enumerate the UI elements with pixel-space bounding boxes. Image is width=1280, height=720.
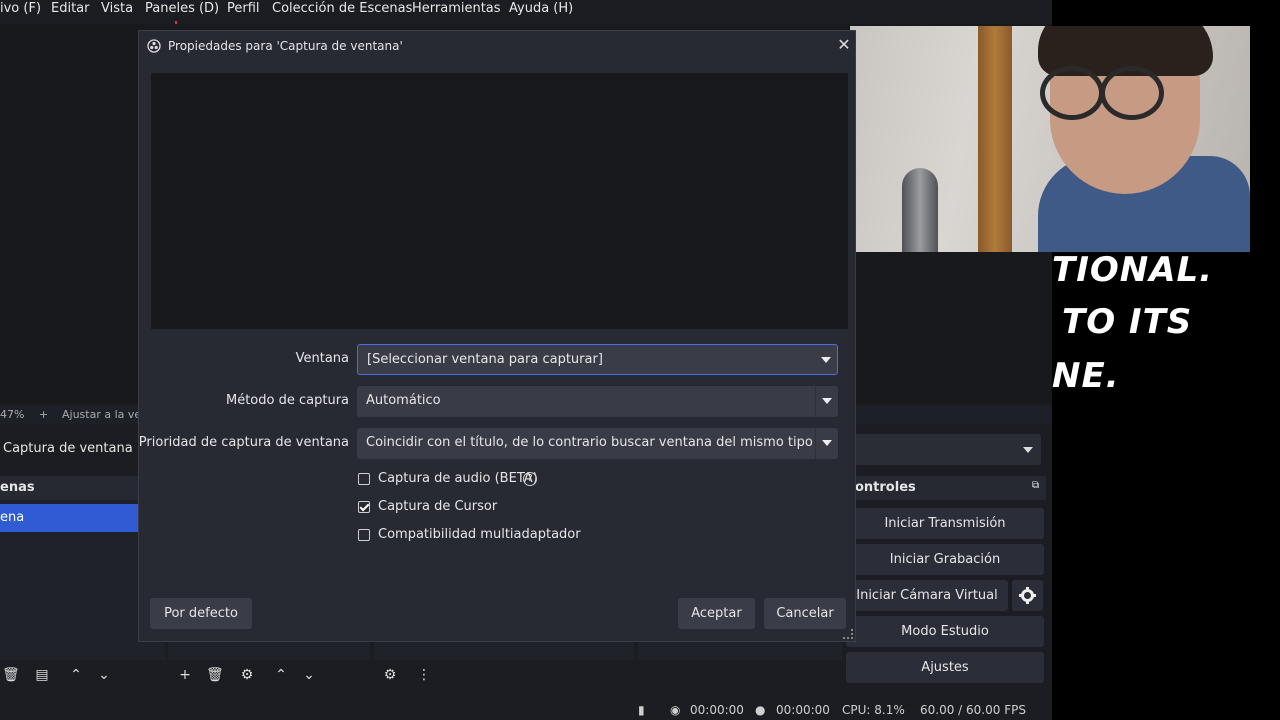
menu-edit[interactable]: Editar: [51, 1, 90, 16]
multiadapter-row[interactable]: Compatibilidad multiadaptador: [358, 527, 598, 545]
start-streaming-button[interactable]: Iniciar Transmisión: [846, 508, 1044, 539]
window-priority-select[interactable]: Coincidir con el título, de lo contrario…: [357, 428, 838, 459]
stream-status-icon: ◉: [670, 703, 681, 717]
source-up-icon[interactable]: ⌃: [273, 667, 289, 683]
capture-method-select[interactable]: Automático: [357, 386, 838, 417]
scene-list-item[interactable]: ena: [0, 504, 138, 532]
ok-button[interactable]: Aceptar: [678, 598, 755, 629]
capture-method-label: Método de captura: [226, 393, 349, 408]
source-properties-icon[interactable]: ⚙: [239, 667, 255, 683]
undock-icon[interactable]: ⧉: [1032, 480, 1039, 491]
dialog-titlebar: Propiedades para 'Captura de ventana' ✕: [139, 31, 855, 61]
selected-source-label: Captura de ventana: [3, 441, 133, 456]
overlay-caption-line-2: TO ITS: [1062, 302, 1193, 342]
menu-docks[interactable]: Paneles (D): [145, 1, 219, 16]
move-down-icon[interactable]: ⌄: [96, 667, 112, 683]
menu-scene-collection[interactable]: Colección de Escenas: [272, 1, 412, 16]
filter-icon[interactable]: ▤: [34, 667, 50, 683]
menu-help[interactable]: Ayuda (H): [509, 1, 573, 16]
controls-panel-header: ontroles ⧉: [846, 476, 1046, 500]
cursor-capture-checkbox[interactable]: [358, 501, 370, 513]
settings-button[interactable]: Ajustes: [846, 652, 1044, 683]
trash-icon[interactable]: 🗑: [2, 667, 20, 683]
menu-view[interactable]: Vista: [101, 1, 133, 16]
capture-method-dropdown[interactable]: [815, 386, 838, 417]
window-priority-dropdown[interactable]: [815, 428, 838, 459]
record-time: 00:00:00: [776, 703, 830, 717]
start-recording-button[interactable]: Iniciar Grabación: [846, 544, 1044, 575]
zoom-plus-button[interactable]: +: [39, 408, 48, 421]
audio-capture-label: Captura de audio (BETA): [378, 471, 538, 486]
add-source-icon[interactable]: +: [177, 667, 193, 683]
menu-bar: ivo (F) Editar Vista Paneles (D) Perfil …: [0, 0, 1052, 22]
audio-capture-checkbox[interactable]: [358, 473, 370, 485]
source-dropdown[interactable]: [855, 434, 1041, 465]
stream-time: 00:00:00: [690, 703, 744, 717]
chevron-down-icon: [1023, 447, 1033, 453]
gear-icon: [1019, 587, 1036, 604]
overlay-caption-line-3: NE.: [1052, 356, 1120, 396]
menu-tools[interactable]: Herramientas: [412, 1, 501, 16]
window-priority-label: Prioridad de captura de ventana: [138, 435, 349, 450]
chevron-down-icon: [822, 398, 832, 404]
remove-source-icon[interactable]: 🗑: [206, 667, 224, 683]
virtual-camera-settings-button[interactable]: [1012, 580, 1043, 611]
fit-preview-button[interactable]: Ajustar a la ven: [62, 408, 148, 421]
menu-profile[interactable]: Perfil: [227, 1, 260, 16]
window-label: Ventana: [295, 351, 349, 366]
cpu-usage: CPU: 8.1%: [842, 703, 905, 717]
multiadapter-label: Compatibilidad multiadaptador: [378, 527, 581, 542]
mixer-settings-icon[interactable]: ⚙: [382, 667, 398, 683]
window-select-dropdown[interactable]: [815, 345, 837, 374]
audio-capture-row[interactable]: Captura de audio (BETA) ?: [358, 471, 558, 489]
resize-grip-icon[interactable]: [843, 629, 853, 639]
window-priority-value: Coincidir con el título, de lo contrario…: [366, 435, 813, 450]
cursor-capture-label: Captura de Cursor: [378, 499, 498, 514]
capture-method-value: Automático: [366, 393, 441, 408]
more-options-icon[interactable]: ⋮: [416, 667, 432, 683]
scene-name: ena: [0, 510, 25, 525]
dialog-preview: [151, 73, 848, 329]
record-status-icon: ●: [755, 703, 766, 717]
overlay-caption-line-1: TIONAL.: [1052, 250, 1214, 290]
zoom-level: 47%: [0, 408, 25, 421]
defaults-button[interactable]: Por defecto: [150, 598, 252, 629]
window-select-value: [Seleccionar ventana para capturar]: [367, 352, 603, 367]
move-up-icon[interactable]: ⌃: [68, 667, 84, 683]
scenes-panel-title: enas: [0, 480, 35, 495]
cursor-capture-row[interactable]: Captura de Cursor: [358, 499, 558, 517]
glasses-left: [1040, 66, 1104, 120]
help-icon[interactable]: ?: [523, 472, 537, 486]
start-virtual-camera-button[interactable]: Iniciar Cámara Virtual: [846, 580, 1008, 611]
properties-dialog: Propiedades para 'Captura de ventana' ✕ …: [138, 30, 856, 642]
cancel-button[interactable]: Cancelar: [764, 598, 846, 629]
source-down-icon[interactable]: ⌄: [301, 667, 317, 683]
chevron-down-icon: [822, 440, 832, 446]
window-select[interactable]: [Seleccionar ventana para capturar]: [357, 344, 838, 375]
obs-logo-icon: [147, 39, 161, 53]
studio-mode-button[interactable]: Modo Estudio: [846, 616, 1044, 647]
chevron-down-icon: [821, 357, 831, 363]
microphone: [902, 168, 938, 252]
controls-panel-title: ontroles: [855, 480, 916, 495]
background-door: [978, 26, 1012, 252]
dialog-title: Propiedades para 'Captura de ventana': [168, 39, 403, 53]
webcam-feed: [850, 26, 1250, 252]
status-bar: ▮ ◉ 00:00:00 ● 00:00:00 CPU: 8.1% 60.00 …: [0, 700, 1052, 720]
glasses-right: [1100, 66, 1164, 120]
close-icon[interactable]: ✕: [836, 37, 852, 53]
network-signal-icon: ▮: [638, 703, 645, 717]
multiadapter-checkbox[interactable]: [358, 529, 370, 541]
menu-file[interactable]: ivo (F): [0, 1, 41, 16]
fps-readout: 60.00 / 60.00 FPS: [920, 703, 1026, 717]
